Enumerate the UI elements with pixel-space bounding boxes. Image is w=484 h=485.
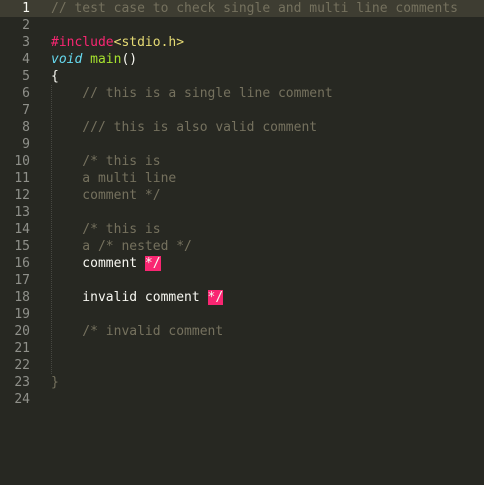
- code-token: {: [51, 69, 59, 84]
- line-code[interactable]: a /* nested */: [51, 238, 192, 255]
- line-number: 22: [14, 358, 30, 373]
- code-token: /// this is also valid comment: [51, 120, 318, 135]
- line-number: 13: [14, 205, 30, 220]
- code-token: // test case to check single and multi l…: [51, 1, 458, 16]
- code-token: void: [51, 52, 83, 67]
- line-number: 24: [14, 392, 30, 407]
- code-line[interactable]: 6 // this is a single line comment: [0, 85, 484, 102]
- code-line[interactable]: 5{: [0, 68, 484, 85]
- line-number: 7: [22, 103, 30, 118]
- line-code[interactable]: comment */: [51, 187, 161, 204]
- line-code[interactable]: /* this is: [51, 153, 161, 170]
- code-line[interactable]: 22: [0, 357, 484, 374]
- code-line[interactable]: 19: [0, 306, 484, 323]
- line-code[interactable]: a multi line: [51, 170, 176, 187]
- code-line[interactable]: 14 /* this is: [0, 221, 484, 238]
- line-code[interactable]: invalid comment */: [51, 289, 224, 306]
- code-token: (): [121, 52, 138, 67]
- code-editor[interactable]: 1 // test case to check single and multi …: [0, 0, 484, 485]
- code-line[interactable]: 11 a multi line: [0, 170, 484, 187]
- code-token: invalid comment: [51, 290, 208, 305]
- code-line[interactable]: 20 /* invalid comment: [0, 323, 484, 340]
- code-token: /* this is: [51, 222, 161, 237]
- line-code[interactable]: /* this is: [51, 221, 161, 238]
- code-token: // this is a single line comment: [51, 86, 333, 101]
- line-code[interactable]: }: [51, 374, 59, 391]
- code-token: a /* nested */: [51, 239, 192, 254]
- line-code[interactable]: void main(): [51, 51, 137, 68]
- invalid-token: */: [144, 256, 161, 271]
- code-line[interactable]: 2: [0, 17, 484, 34]
- line-number: 21: [14, 341, 30, 356]
- line-number: 3: [22, 35, 30, 50]
- line-number: 16: [14, 256, 30, 271]
- code-token: <stdio.h>: [113, 35, 185, 50]
- line-code[interactable]: {: [51, 68, 59, 85]
- code-line[interactable]: 9: [0, 136, 484, 153]
- code-line[interactable]: 23}: [0, 374, 484, 391]
- code-token: }: [51, 375, 59, 390]
- code-line[interactable]: 7: [0, 102, 484, 119]
- line-code[interactable]: comment */: [51, 255, 161, 272]
- code-line[interactable]: 21: [0, 340, 484, 357]
- line-code[interactable]: // test case to check single and multi l…: [51, 0, 458, 17]
- code-line[interactable]: 15 a /* nested */: [0, 238, 484, 255]
- line-number: 6: [22, 86, 30, 101]
- line-number: 5: [22, 69, 30, 84]
- line-number: 20: [14, 324, 30, 339]
- code-line[interactable]: 3 #include<stdio.h>: [0, 34, 484, 51]
- code-line[interactable]: 17: [0, 272, 484, 289]
- code-token: comment: [51, 256, 145, 271]
- code-token: main: [90, 52, 122, 67]
- code-line[interactable]: 8 /// this is also valid comment: [0, 119, 484, 136]
- line-code[interactable]: /* invalid comment: [51, 323, 223, 340]
- code-line[interactable]: 4 void main(): [0, 51, 484, 68]
- line-number: 15: [14, 239, 30, 254]
- code-token: comment */: [51, 188, 161, 203]
- line-number: 18: [14, 290, 30, 305]
- line-number: 11: [14, 171, 30, 186]
- line-number: 8: [22, 120, 30, 135]
- code-token: a multi line: [51, 171, 177, 186]
- line-code[interactable]: // this is a single line comment: [51, 85, 333, 102]
- line-number: 17: [14, 273, 30, 288]
- code-line[interactable]: 24: [0, 391, 484, 408]
- line-number: 4: [22, 52, 30, 67]
- code-line[interactable]: 18 invalid comment */: [0, 289, 484, 306]
- code-line[interactable]: 1 // test case to check single and multi …: [0, 0, 484, 17]
- line-number: 1: [22, 1, 30, 16]
- code-token: /* invalid comment: [51, 324, 224, 339]
- line-code[interactable]: /// this is also valid comment: [51, 119, 317, 136]
- code-line[interactable]: 16 comment */: [0, 255, 484, 272]
- code-line[interactable]: 10 /* this is: [0, 153, 484, 170]
- line-number: 12: [14, 188, 30, 203]
- code-line[interactable]: 12 comment */: [0, 187, 484, 204]
- line-number: 14: [14, 222, 30, 237]
- line-number: 23: [14, 375, 30, 390]
- line-number: 10: [14, 154, 30, 169]
- line-number: 19: [14, 307, 30, 322]
- line-number: 9: [22, 137, 30, 152]
- line-number: 2: [22, 18, 30, 33]
- invalid-token: */: [207, 290, 224, 305]
- code-line[interactable]: 13: [0, 204, 484, 221]
- line-code[interactable]: #include<stdio.h>: [51, 34, 184, 51]
- code-token: /* this is: [51, 154, 161, 169]
- code-token: #include: [51, 35, 114, 50]
